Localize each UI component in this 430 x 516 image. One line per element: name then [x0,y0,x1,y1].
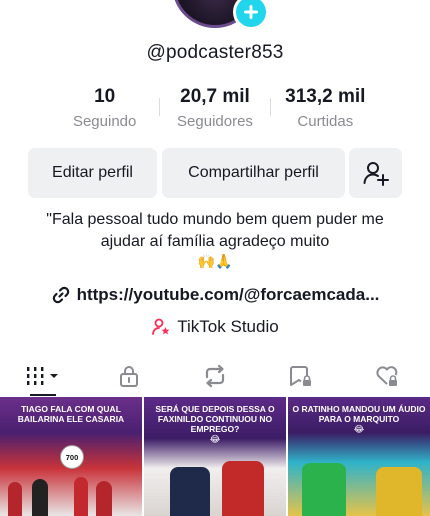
laughing-emoji: 😂 [353,424,365,434]
video-caption-text: O RATINHO MANDOU UM ÁUDIO PARA O MARQUIT… [292,404,426,424]
video-thumbnail[interactable]: SERÁ QUE DEPOIS DESSA O FAXINILDO CONTIN… [144,397,286,516]
thumbnail-figure [376,467,422,516]
stat-likes[interactable]: 313,2 mil Curtidas [271,86,380,136]
plus-icon [244,5,258,19]
stat-followers-value: 20,7 mil [180,86,250,107]
videos-grid-icon [27,367,58,385]
profile-bio: "Fala pessoal tudo mundo bem quem puder … [46,211,384,250]
share-profile-button[interactable]: Compartilhar perfil [162,148,345,198]
video-caption: TIAGO FALA COM QUAL BAILARINA ELE CASARI… [17,404,125,424]
laughing-emoji: 😂 [209,434,221,444]
profile-link[interactable]: https://youtube.com/@forcaemcada... [0,285,430,305]
heart-lock-icon [376,366,398,386]
video-thumbnail[interactable]: TIAGO FALA COM QUAL BAILARINA ELE CASARI… [0,397,142,516]
bookmark-lock-icon [290,366,311,386]
profile-avatar-area[interactable] [172,0,269,30]
thumbnail-figure [96,481,112,516]
lock-icon [120,366,138,387]
tab-favorites[interactable] [258,356,344,396]
stat-likes-value: 313,2 mil [285,86,366,107]
video-caption: O RATINHO MANDOU UM ÁUDIO PARA O MARQUIT… [292,404,426,434]
tab-liked[interactable] [344,356,430,396]
add-friends-button[interactable] [349,148,402,198]
studio-icon [152,318,170,335]
stat-following[interactable]: 10 Seguindo [50,86,159,136]
stat-followers-label: Seguidores [177,113,253,130]
video-thumbnail[interactable]: O RATINHO MANDOU UM ÁUDIO PARA O MARQUIT… [288,397,430,516]
repost-icon [205,364,225,388]
thumbnail-figure [170,467,210,516]
video-caption-text: SERÁ QUE DEPOIS DESSA O FAXINILDO CONTIN… [155,404,275,434]
thumbnail-figure [302,463,346,516]
tiktok-studio-link[interactable]: TikTok Studio [0,317,430,337]
add-user-icon [363,162,389,186]
add-avatar-button[interactable] [233,0,269,30]
profile-stats: 10 Seguindo 20,7 mil Seguidores 313,2 mi… [50,86,380,136]
stat-following-label: Seguindo [72,113,137,130]
thumbnail-figure [74,477,88,516]
stat-following-value: 10 [94,86,116,107]
thumbnail-figure [32,479,48,516]
edit-profile-button[interactable]: Editar perfil [28,148,157,198]
link-icon [52,286,69,304]
bio-emojis: 🙌🙏 [197,253,233,269]
thumbnail-figure [222,461,264,516]
thumbnail-figure [8,482,22,516]
tab-private[interactable] [86,356,172,396]
stat-likes-label: Curtidas [297,113,354,130]
video-badge: 700 [60,445,84,469]
tiktok-studio-label: TikTok Studio [177,317,279,336]
profile-link-text: https://youtube.com/@forcaemcada... [76,285,380,304]
video-caption: SERÁ QUE DEPOIS DESSA O FAXINILDO CONTIN… [148,404,282,444]
video-grid: TIAGO FALA COM QUAL BAILARINA ELE CASARI… [0,397,430,516]
tab-videos[interactable] [0,356,86,396]
stat-followers[interactable]: 20,7 mil Seguidores [160,86,269,136]
tab-reposts[interactable] [172,356,258,396]
username: @podcaster853 [146,42,284,63]
profile-tabs [0,356,430,396]
chevron-down-icon [50,374,58,378]
